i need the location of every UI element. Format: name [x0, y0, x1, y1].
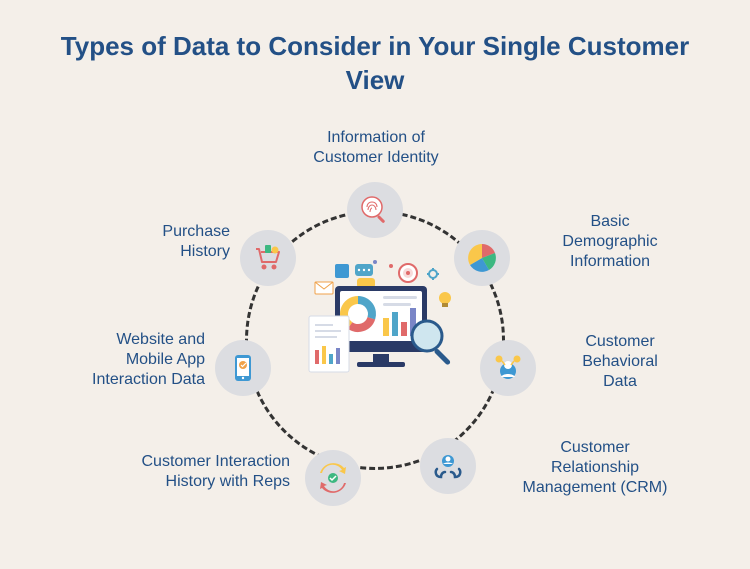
label-purchase-history: PurchaseHistory: [120, 222, 230, 262]
label-web-mobile: Website andMobile AppInteraction Data: [55, 330, 205, 390]
radial-diagram: Information ofCustomer Identity BasicDem…: [0, 150, 750, 569]
label-crm: CustomerRelationshipManagement (CRM): [500, 438, 690, 498]
node-crm: [420, 438, 476, 494]
shopping-cart-icon: [251, 241, 285, 275]
node-basic-demographic: [454, 230, 510, 286]
label-basic-demographic: BasicDemographicInformation: [535, 212, 685, 272]
node-customer-identity: [347, 182, 403, 238]
label-interaction-reps: Customer InteractionHistory with Reps: [80, 452, 290, 492]
label-customer-identity: Information ofCustomer Identity: [298, 128, 454, 168]
node-interaction-reps: [305, 450, 361, 506]
page-title: Types of Data to Consider in Your Single…: [0, 30, 750, 98]
node-behavioral-data: [480, 340, 536, 396]
mobile-app-icon: [226, 351, 260, 385]
sync-people-icon: [316, 461, 350, 495]
node-web-mobile: [215, 340, 271, 396]
user-behavior-icon: [491, 351, 525, 385]
node-purchase-history: [240, 230, 296, 286]
label-behavioral-data: CustomerBehavioralData: [555, 332, 685, 392]
pie-chart-icon: [465, 241, 499, 275]
hands-customer-icon: [431, 449, 465, 483]
monitor-analytics-icon: [295, 258, 455, 398]
fingerprint-search-icon: [358, 193, 392, 227]
